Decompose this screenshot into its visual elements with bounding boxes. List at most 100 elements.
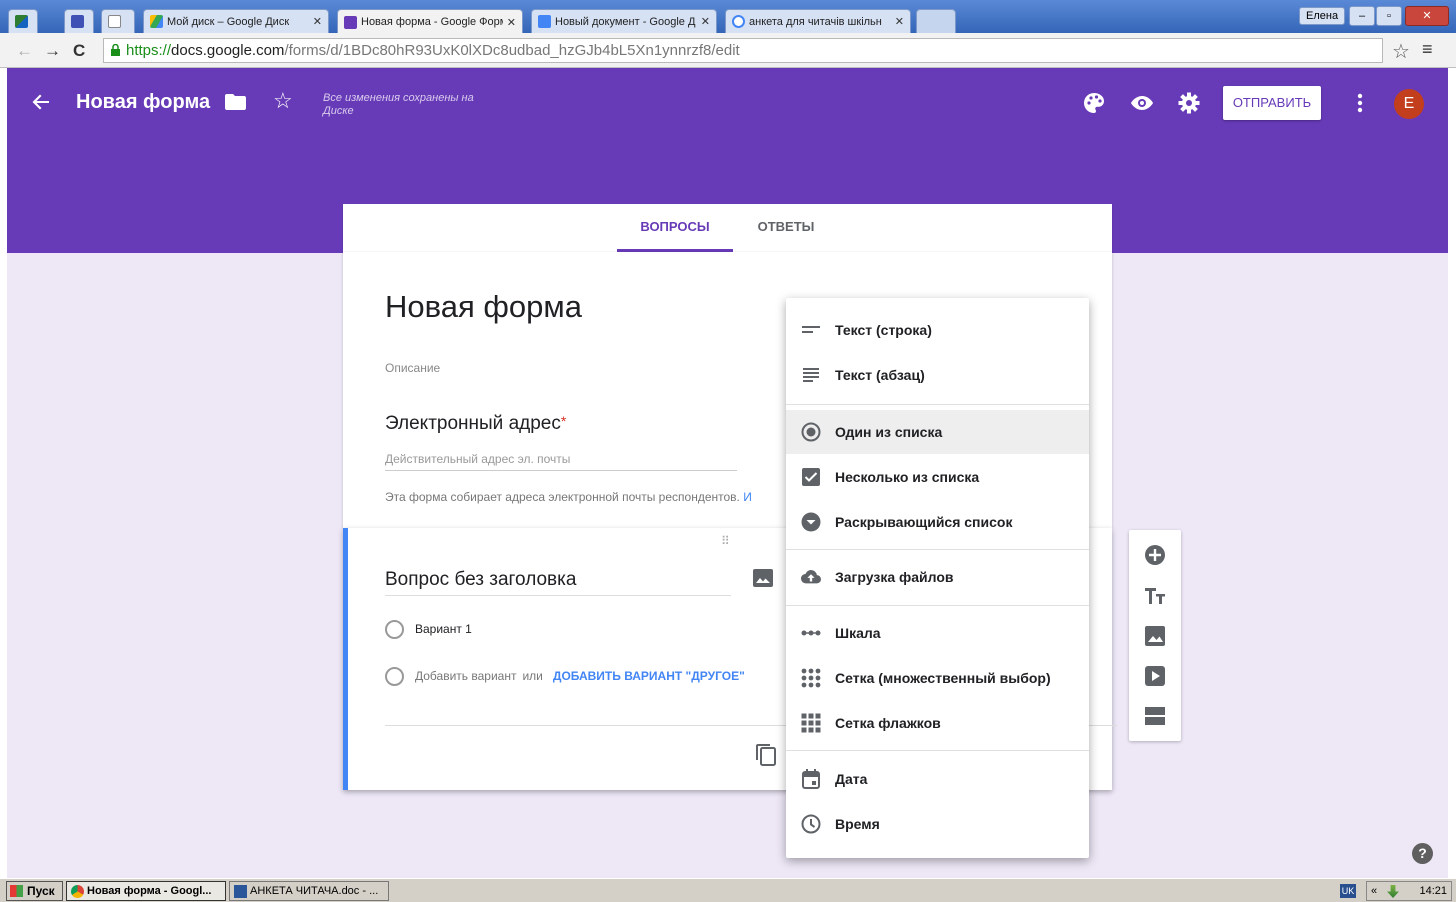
add-section-icon[interactable] xyxy=(1144,705,1166,727)
star-icon[interactable]: ☆ xyxy=(273,88,293,114)
browser-tab-2[interactable] xyxy=(64,9,94,33)
email-collection-note: Эта форма собирает адреса электронной по… xyxy=(385,490,752,504)
taskbar-item-chrome[interactable]: Новая форма - Googl... xyxy=(66,881,226,901)
tab-questions[interactable]: ВОПРОСЫ xyxy=(617,204,733,252)
drag-handle-icon[interactable]: ⠿ xyxy=(721,534,731,548)
tab-title: Новая форма - Google Форм xyxy=(361,16,503,28)
grid-radio-icon xyxy=(801,668,821,688)
folder-icon[interactable] xyxy=(225,94,246,110)
start-button[interactable]: Пуск xyxy=(6,881,63,901)
clock-icon xyxy=(801,814,821,834)
add-image-icon[interactable] xyxy=(753,569,773,587)
required-mark: * xyxy=(560,413,567,429)
linear-scale-icon xyxy=(801,630,821,636)
browser-tab-bar: Мой диск – Google Диск ✕ Новая форма - G… xyxy=(0,0,1456,34)
add-option-button[interactable]: Добавить вариант xyxy=(415,669,516,683)
option-row[interactable]: Вариант 1 xyxy=(385,618,472,640)
radio-button-icon xyxy=(801,422,821,442)
description-field[interactable]: Описание xyxy=(385,361,440,375)
menu-item-paragraph[interactable]: Текст (абзац) xyxy=(786,353,1089,397)
close-tab-icon[interactable]: ✕ xyxy=(701,15,710,28)
close-window-button[interactable]: ✕ xyxy=(1405,6,1449,26)
drive-icon xyxy=(150,15,163,28)
generic-icon xyxy=(71,15,84,28)
question-title-field[interactable]: Вопрос без заголовка xyxy=(385,569,731,596)
menu-item-file-upload[interactable]: Загрузка файлов xyxy=(786,555,1089,599)
more-vert-icon[interactable] xyxy=(1357,93,1363,113)
clock: 14:21 xyxy=(1419,885,1447,897)
chrome-icon xyxy=(71,885,84,898)
generic-icon xyxy=(15,15,28,28)
short-text-icon xyxy=(802,326,820,333)
restore-button[interactable]: ▫ xyxy=(1376,6,1402,26)
url-field[interactable]: https://docs.google.com/forms/d/1BDc80hR… xyxy=(103,38,1383,63)
palette-icon[interactable] xyxy=(1083,92,1105,114)
forms-app: Новая форма ☆ Все изменения сохранены на… xyxy=(7,68,1448,878)
forward-icon[interactable]: → xyxy=(44,41,61,61)
menu-item-short-text[interactable]: Текст (строка) xyxy=(786,308,1089,352)
menu-item-linear-scale[interactable]: Шкала xyxy=(786,611,1089,655)
reload-icon[interactable]: C xyxy=(73,41,85,61)
menu-item-grid-checkbox[interactable]: Сетка флажков xyxy=(786,701,1089,745)
menu-item-label: Шкала xyxy=(835,625,881,641)
duplicate-icon[interactable] xyxy=(756,744,776,766)
add-video-icon[interactable] xyxy=(1144,665,1166,687)
tab-title: Новый документ - Google Д xyxy=(555,15,696,28)
menu-item-checkboxes[interactable]: Несколько из списка xyxy=(786,455,1089,499)
preview-eye-icon[interactable] xyxy=(1130,95,1154,111)
tab-title: анкета для читачів шкільн xyxy=(749,15,882,28)
dropdown-icon xyxy=(801,512,821,532)
email-note-link[interactable]: И xyxy=(743,490,752,504)
language-indicator[interactable]: UK xyxy=(1340,884,1356,898)
settings-gear-icon[interactable] xyxy=(1178,92,1200,114)
tray-expand-icon[interactable]: « xyxy=(1371,882,1377,900)
menu-item-label: Время xyxy=(835,816,880,832)
browser-tab-3[interactable] xyxy=(101,9,135,33)
tab-responses[interactable]: ОТВЕТЫ xyxy=(743,204,829,252)
menu-item-grid-choice[interactable]: Сетка (множественный выбор) xyxy=(786,656,1089,700)
paragraph-icon xyxy=(803,368,819,382)
add-question-icon[interactable] xyxy=(1144,544,1166,566)
menu-item-multiple-choice[interactable]: Один из списка xyxy=(786,410,1089,454)
blank-page-icon xyxy=(108,15,121,28)
help-icon[interactable]: ? xyxy=(1412,843,1433,864)
or-text: или xyxy=(522,669,543,683)
browser-tab-drive[interactable]: Мой диск – Google Диск ✕ xyxy=(143,9,329,33)
forms-icon xyxy=(344,15,357,29)
menu-icon[interactable]: ≡ xyxy=(1422,39,1433,60)
option-label[interactable]: Вариант 1 xyxy=(415,622,472,636)
browser-user-badge[interactable]: Елена xyxy=(1299,7,1346,25)
add-other-option-button[interactable]: ДОБАВИТЬ ВАРИАНТ "ДРУГОЕ" xyxy=(553,669,745,683)
browser-tab-1[interactable] xyxy=(8,9,38,33)
word-icon xyxy=(234,885,247,898)
docs-icon xyxy=(538,15,551,28)
form-title[interactable]: Новая форма xyxy=(76,91,210,114)
save-status: Все изменения сохранены на Диске xyxy=(323,92,474,117)
star-icon[interactable]: ☆ xyxy=(1392,39,1410,64)
menu-item-date[interactable]: Дата xyxy=(786,757,1089,801)
menu-divider xyxy=(786,549,1089,550)
menu-item-label: Текст (строка) xyxy=(835,322,932,338)
close-tab-icon[interactable]: ✕ xyxy=(507,16,516,29)
menu-item-label: Загрузка файлов xyxy=(835,569,954,585)
back-icon[interactable]: ← xyxy=(16,41,33,61)
add-title-icon[interactable] xyxy=(1144,585,1166,607)
send-button[interactable]: ОТПРАВИТЬ xyxy=(1223,86,1321,120)
add-image-icon[interactable] xyxy=(1144,625,1166,647)
browser-tab-forms[interactable]: Новая форма - Google Форм ✕ xyxy=(337,9,523,34)
back-arrow-icon[interactable] xyxy=(32,93,50,111)
browser-tab-search[interactable]: анкета для читачів шкільн ✕ xyxy=(725,9,911,33)
system-tray: « 14:21 xyxy=(1366,881,1452,901)
close-tab-icon[interactable]: ✕ xyxy=(313,15,322,28)
close-tab-icon[interactable]: ✕ xyxy=(895,15,904,28)
menu-item-dropdown[interactable]: Раскрывающийся список xyxy=(786,500,1089,544)
new-tab-button[interactable] xyxy=(916,9,956,33)
avatar[interactable]: E xyxy=(1394,89,1424,119)
menu-item-time[interactable]: Время xyxy=(786,802,1089,846)
taskbar-item-word[interactable]: АНКЕТА ЧИТАЧА.doc - ... xyxy=(229,881,389,901)
minimize-button[interactable]: – xyxy=(1349,6,1375,26)
form-heading[interactable]: Новая форма xyxy=(385,289,582,325)
menu-divider xyxy=(786,750,1089,751)
tab-title: Мой диск – Google Диск xyxy=(167,15,290,28)
browser-tab-docs[interactable]: Новый документ - Google Д ✕ xyxy=(531,9,717,33)
